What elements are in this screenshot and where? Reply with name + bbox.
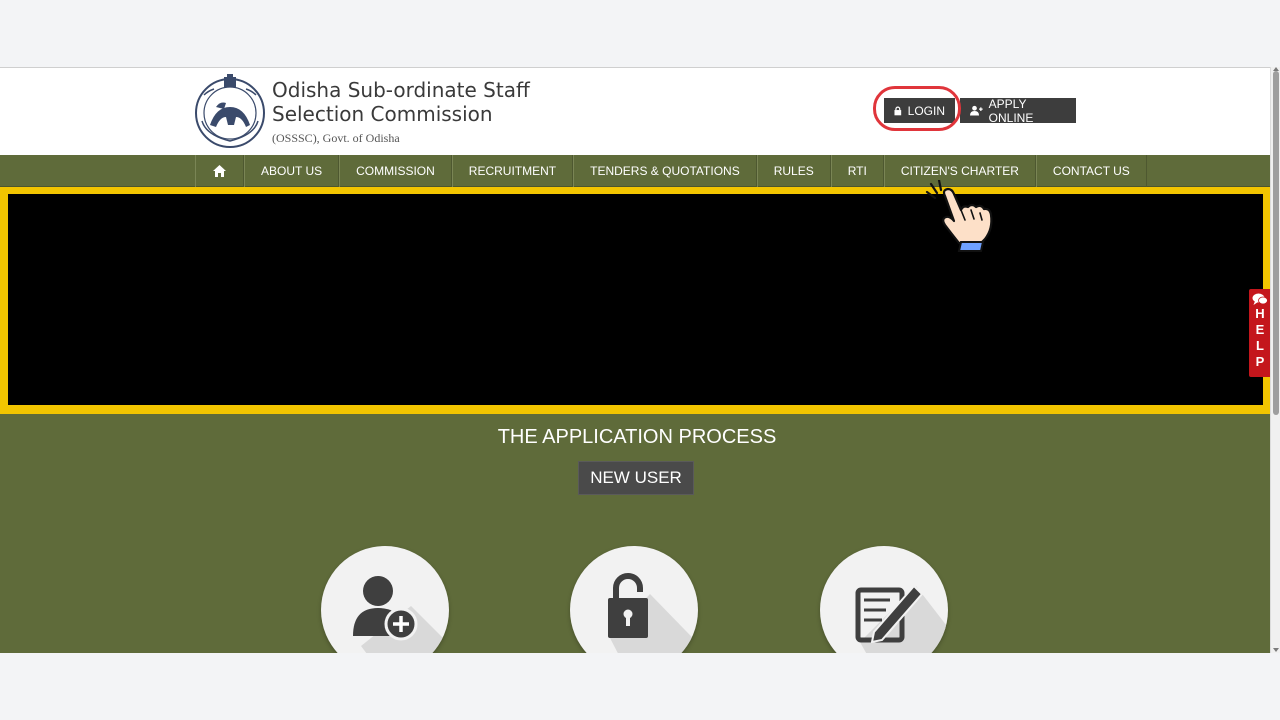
step-fill-form[interactable] <box>820 546 948 653</box>
help-tab[interactable]: H E L P <box>1249 289 1270 377</box>
help-letter-e: E <box>1255 322 1265 337</box>
apply-online-button[interactable]: APPLY ONLINE <box>960 96 1076 125</box>
new-user-button[interactable]: NEW USER <box>578 461 694 495</box>
add-user-icon <box>353 576 449 653</box>
nav-recruitment[interactable]: RECRUITMENT <box>451 155 574 187</box>
nav-rules[interactable]: RULES <box>756 155 831 187</box>
login-highlight-circle <box>873 86 961 131</box>
help-label: H E L P <box>1255 306 1264 370</box>
nav-home[interactable] <box>195 155 244 187</box>
nav-rti[interactable]: RTI <box>830 155 884 187</box>
apply-online-label: APPLY ONLINE <box>988 96 1034 125</box>
nav-contact-us[interactable]: CONTACT US <box>1035 155 1147 187</box>
nav-about-us[interactable]: ABOUT US <box>244 155 340 187</box>
add-user-icon <box>970 105 983 116</box>
scroll-down-arrow-icon[interactable] <box>1273 648 1279 652</box>
help-letter-p: P <box>1255 354 1265 369</box>
help-letter-h: H <box>1255 306 1265 321</box>
org-subtitle: (OSSSC), Govt. of Odisha <box>272 131 400 145</box>
page-scrollbar[interactable] <box>1270 67 1280 653</box>
pointing-hand-cursor-icon <box>925 180 993 252</box>
banner-frame <box>0 187 1270 414</box>
step-login[interactable] <box>570 546 698 653</box>
process-title: THE APPLICATION PROCESS <box>497 426 777 448</box>
browser-page: Odisha Sub-ordinate Staff Selection Comm… <box>0 67 1270 653</box>
padlock-icon <box>608 573 698 653</box>
odisha-emblem-logo[interactable] <box>194 73 266 149</box>
nav-commission[interactable]: COMMISSION <box>339 155 452 187</box>
edit-form-icon <box>855 584 948 653</box>
org-title-line2[interactable]: Selection Commission <box>272 102 530 126</box>
banner-slider[interactable] <box>8 194 1263 405</box>
site-header: Odisha Sub-ordinate Staff Selection Comm… <box>0 68 1270 155</box>
org-title-line1[interactable]: Odisha Sub-ordinate Staff <box>272 78 530 102</box>
application-process-section: THE APPLICATION PROCESS NEW USER <box>0 414 1270 653</box>
scrollbar-thumb[interactable] <box>1273 71 1279 415</box>
org-title[interactable]: Odisha Sub-ordinate Staff Selection Comm… <box>272 78 530 126</box>
main-nav: ABOUT US COMMISSION RECRUITMENT TENDERS … <box>0 155 1270 187</box>
step-register[interactable] <box>321 546 449 653</box>
help-letter-l: L <box>1256 338 1264 353</box>
home-icon <box>213 165 226 177</box>
chat-icon <box>1252 293 1268 305</box>
nav-tenders-quotations[interactable]: TENDERS & QUOTATIONS <box>573 155 757 187</box>
